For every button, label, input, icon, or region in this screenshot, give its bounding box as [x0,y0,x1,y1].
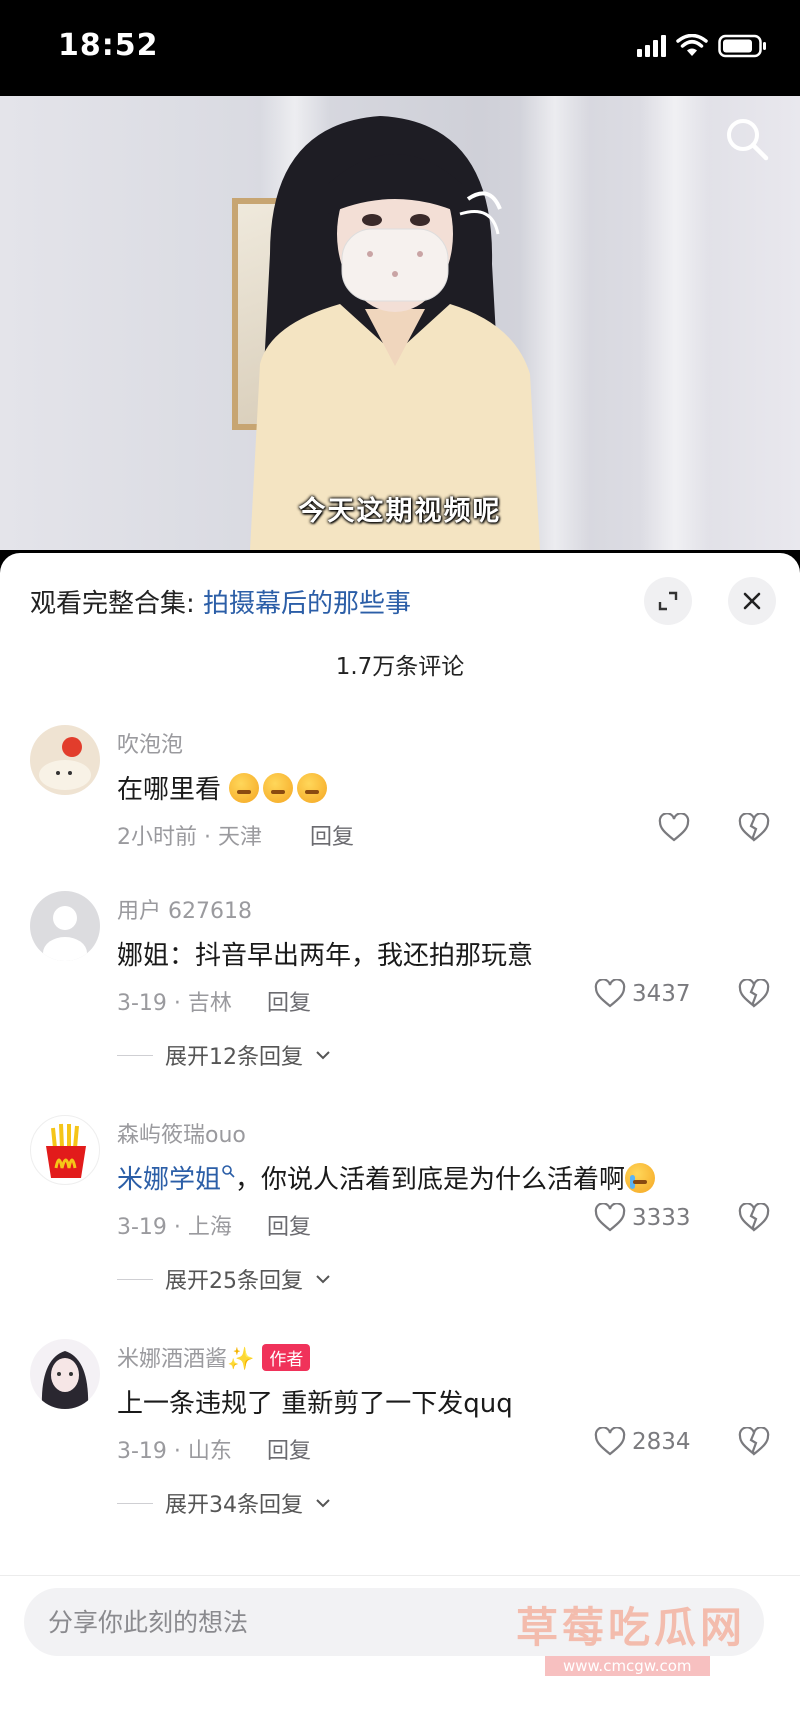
like-button[interactable]: 3437 [594,979,691,1009]
expand-icon [658,591,678,611]
reply-button[interactable]: 回复 [267,1209,311,1241]
search-icon [222,1165,235,1178]
comment-username[interactable]: 森屿筱瑞ouo [117,1117,246,1149]
heart-icon [594,1427,626,1456]
collection-link[interactable]: 拍摄幕后的那些事 [203,589,411,619]
expand-button[interactable] [644,577,692,625]
close-button[interactable] [728,577,776,625]
chevron-down-icon [316,1499,330,1508]
comment-username[interactable]: 吹泡泡 [117,727,183,759]
like-button[interactable]: 2834 [594,1427,691,1457]
mention-link[interactable]: 米娜学姐 [117,1165,221,1195]
expand-replies-button[interactable]: 展开34条回复 [117,1487,331,1519]
broken-heart-icon[interactable] [738,979,770,1009]
comment-input-bar: 草莓吃瓜网 www.cmcgw.com [0,1575,800,1731]
avatar[interactable] [30,725,100,795]
comment-username[interactable]: 用户 627618 [117,893,252,925]
comment-text: 娜姐：抖音早出两年，我还拍那玩意 [117,941,534,971]
comment-sheet: 观看完整合集: 拍摄幕后的那些事 1.7万条评论 吹泡泡 在哪里看 2小时前 ·… [0,553,800,1731]
battery-icon [718,34,766,58]
cellular-signal-icon [637,35,666,57]
expand-replies-button[interactable]: 展开25条回复 [117,1263,331,1295]
like-button[interactable]: 3333 [594,1203,691,1233]
avatar[interactable] [30,1339,100,1409]
collection-prefix: 观看完整合集: [30,589,204,619]
close-icon [743,592,761,610]
emoji-icon [297,773,328,803]
watermark: 草莓吃瓜网 [516,1603,747,1652]
broken-heart-icon[interactable] [738,1203,770,1233]
emoji-icon [229,773,260,803]
status-time: 18:52 [58,28,159,63]
avatar[interactable] [30,1115,100,1185]
comment-text: 在哪里看 [117,769,331,806]
emoji-icon [625,1163,656,1193]
author-badge: 作者 [262,1343,311,1371]
heart-icon [658,813,690,842]
comment-meta: 2小时前 · 天津 [117,825,262,850]
comment-text: 米娜学姐 ，你说人活着到底是为什么活着啊 [117,1159,659,1196]
broken-heart-icon[interactable] [738,1427,770,1457]
heart-icon [594,1203,626,1232]
reply-button[interactable]: 回复 [310,819,354,851]
chevron-down-icon [316,1051,330,1060]
like-count: 3437 [632,981,691,1007]
reply-button[interactable]: 回复 [267,1433,311,1465]
expand-replies-button[interactable]: 展开12条回复 [117,1039,331,1071]
video-person-image [250,116,540,550]
like-count: 3333 [632,1205,691,1231]
comment-meta: 3-19 · 山东 [117,1439,232,1464]
reply-button[interactable]: 回复 [267,985,311,1017]
video-player[interactable]: 今天这期视频呢 [0,96,800,550]
comment-meta: 3-19 · 吉林 [117,991,232,1016]
like-count: 2834 [632,1429,691,1455]
collection-banner[interactable]: 观看完整合集: 拍摄幕后的那些事 [30,583,411,620]
comment-username[interactable]: 米娜酒酒酱✨ 作者 [117,1341,311,1373]
heart-icon [594,979,626,1008]
comment-text: 上一条违规了 重新剪了一下发quq [117,1389,513,1419]
watermark-url: www.cmcgw.com [545,1656,710,1676]
avatar[interactable] [30,891,100,961]
broken-heart-icon[interactable] [738,813,770,843]
emoji-icon [263,773,294,803]
search-icon[interactable] [722,114,772,164]
comment-meta: 3-19 · 上海 [117,1215,232,1240]
video-subtitle: 今天这期视频呢 [298,496,502,527]
like-button[interactable] [658,813,690,843]
comment-count: 1.7万条评论 [335,654,465,680]
chevron-down-icon [316,1275,330,1284]
status-bar: 18:52 [0,0,800,96]
status-icons [637,34,768,58]
wifi-icon [676,34,708,56]
